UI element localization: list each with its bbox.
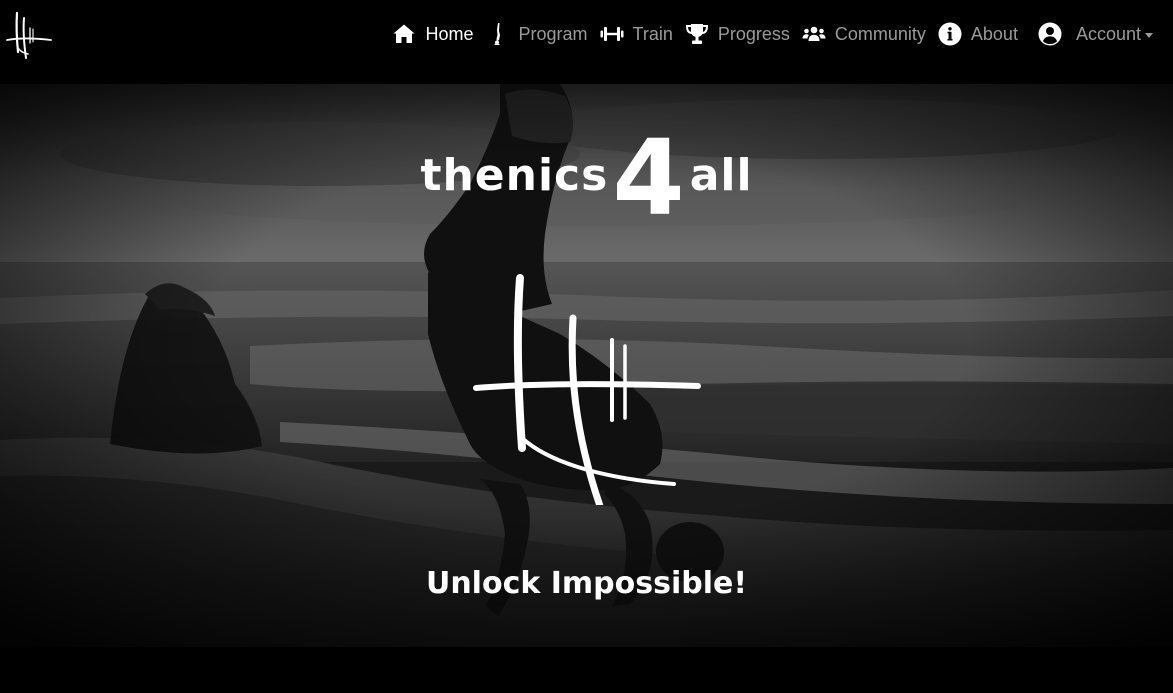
home-icon: [392, 22, 416, 46]
handstand-figure-icon: [485, 22, 509, 46]
nav-program-label: Program: [518, 23, 588, 44]
tally-logo-icon: [6, 11, 52, 59]
nav-community[interactable]: Community: [802, 22, 926, 46]
wordmark-right: all: [689, 150, 753, 201]
wordmark-number: 4: [612, 117, 686, 239]
nav-about-label: About: [970, 23, 1018, 44]
page: Home Program Train Progress Community Ab…: [0, 0, 1173, 693]
hero-wordmark: thenics4all: [0, 126, 1173, 230]
account-label: Account: [1075, 23, 1141, 44]
account-dropdown[interactable]: Account: [1038, 22, 1153, 46]
nav-train[interactable]: Train: [600, 22, 673, 46]
nav-home[interactable]: Home: [392, 22, 473, 46]
trophy-icon: [685, 22, 709, 46]
nav-progress[interactable]: Progress: [685, 22, 790, 46]
nav-progress-label: Progress: [717, 23, 790, 44]
main-nav: Home Program Train Progress Community Ab…: [380, 14, 1153, 54]
user-circle-icon: [1038, 22, 1062, 46]
info-circle-icon: [938, 22, 962, 46]
wordmark-left: thenics: [420, 150, 609, 201]
nav-train-label: Train: [632, 23, 673, 44]
users-icon: [802, 22, 826, 46]
dumbbell-icon: [600, 22, 624, 46]
nav-program[interactable]: Program: [485, 22, 588, 46]
hero-tagline: Unlock Impossible!: [425, 566, 748, 601]
hero-tally-logo: [473, 274, 701, 505]
nav-community-label: Community: [834, 23, 926, 44]
bottom-strip: [0, 647, 1173, 693]
caret-down-icon: [1145, 32, 1153, 38]
navbar: Home Program Train Progress Community Ab…: [0, 0, 1173, 84]
nav-about[interactable]: About: [938, 22, 1018, 46]
nav-home-label: Home: [425, 23, 474, 44]
brand-logo[interactable]: [4, 10, 54, 62]
hero-banner: thenics4all Unlock Impossible!: [0, 84, 1173, 647]
